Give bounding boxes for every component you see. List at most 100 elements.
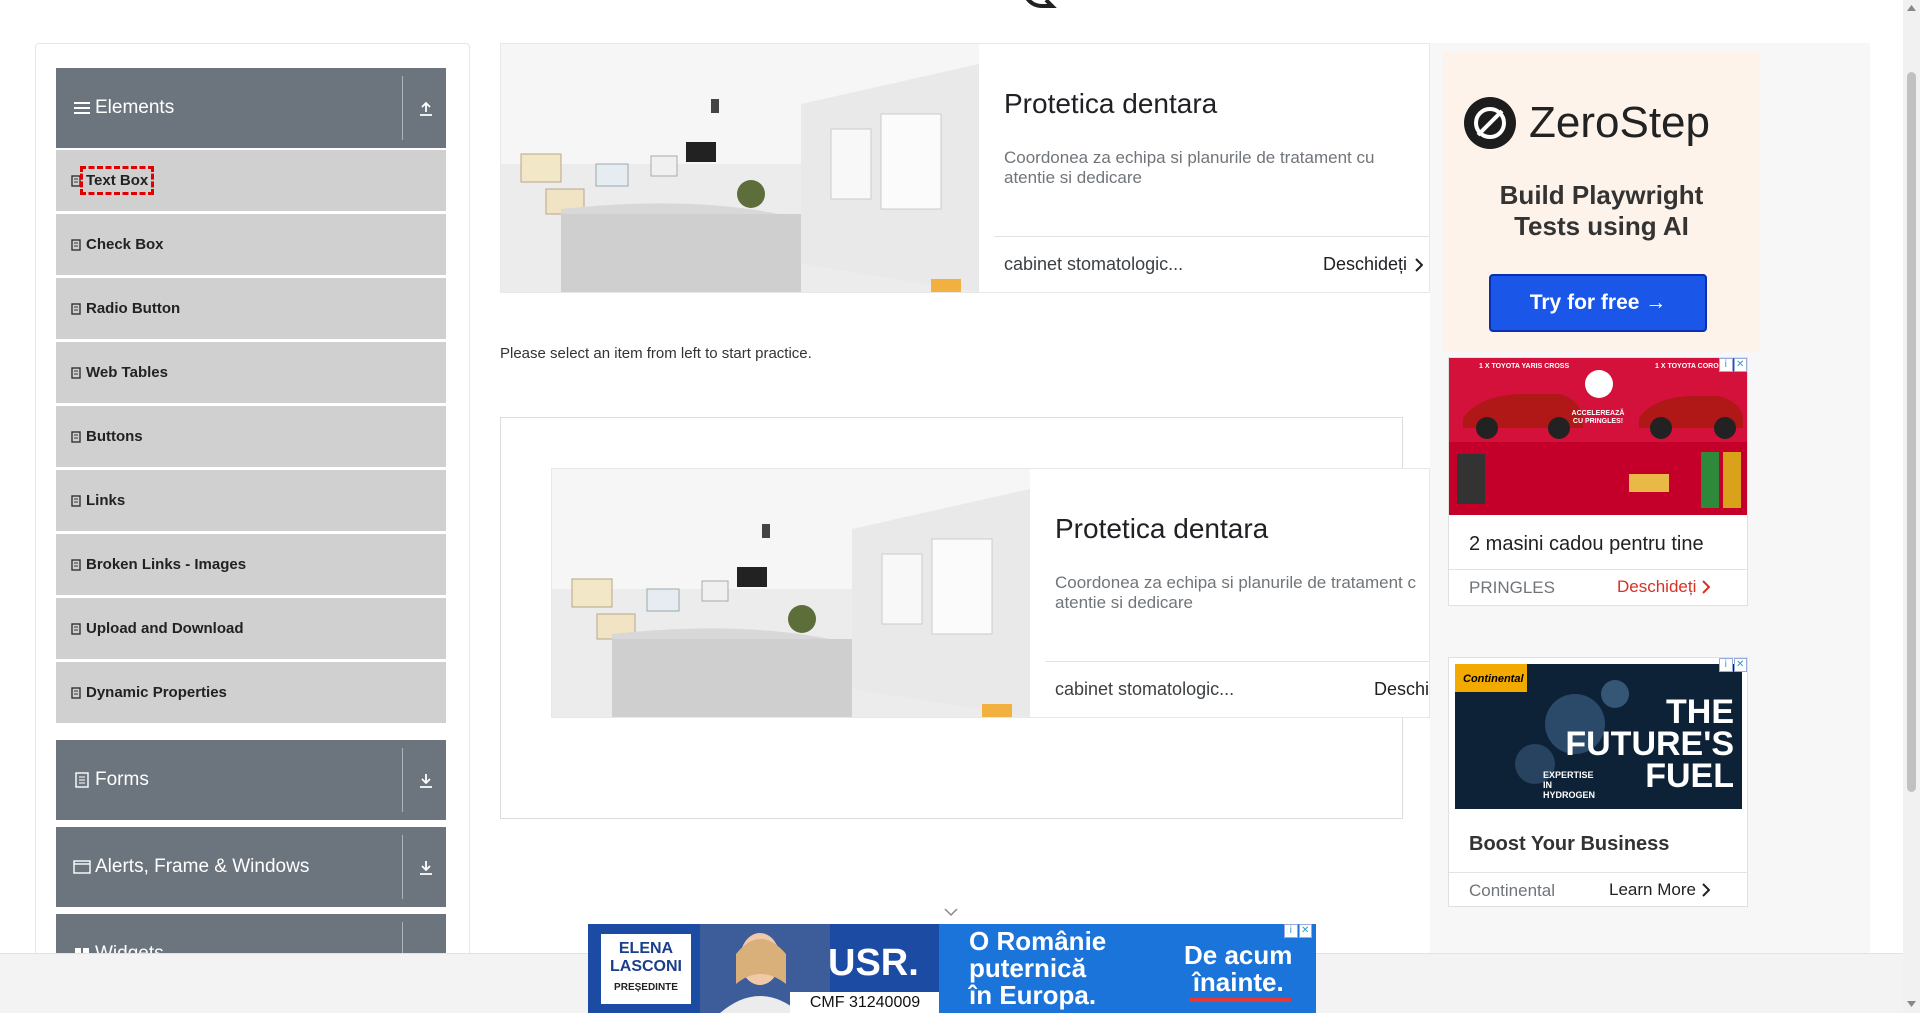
divider <box>994 236 1429 237</box>
expand-down-icon[interactable] <box>416 770 436 790</box>
menu-item-text-box[interactable]: Text Box <box>56 150 446 211</box>
ad-open-button[interactable]: Deschi <box>1374 679 1429 700</box>
expand-down-icon[interactable] <box>416 857 436 877</box>
adchoices-icon[interactable]: i ✕ <box>1719 358 1747 372</box>
menu-item-label: Upload and Download <box>86 620 244 637</box>
clinic-photo <box>501 44 979 292</box>
group-header-forms[interactable]: Forms <box>56 740 446 820</box>
menu-item-buttons[interactable]: Buttons <box>56 406 446 467</box>
left-navigation-panel: Elements Text Box Check Box Radio Button… <box>35 43 470 1013</box>
menu-item-radio-button[interactable]: Radio Button <box>56 278 446 339</box>
menu-item-web-tables[interactable]: Web Tables <box>56 342 446 403</box>
menu-item-dynamic-properties[interactable]: Dynamic Properties <box>56 662 446 723</box>
group-header-alerts[interactable]: Alerts, Frame & Windows <box>56 827 446 907</box>
hamburger-icon <box>73 99 91 117</box>
headline-line: THE <box>1666 693 1734 731</box>
banner-cta: De acum înainte. <box>1184 942 1292 996</box>
banner-slogan: O Românie puternică în Europa. <box>969 928 1106 1009</box>
scroll-up-arrow-icon[interactable] <box>1907 4 1916 12</box>
chevron-down-icon[interactable] <box>943 907 959 917</box>
cmf-code: CMF 31240009 <box>790 992 940 1013</box>
ad-open-button[interactable]: Deschideți <box>1323 254 1424 275</box>
page: Elements Text Box Check Box Radio Button… <box>0 0 1920 1013</box>
cta-underline <box>1189 998 1291 1002</box>
pringles-ad[interactable]: 1 X TOYOTA YARIS CROSS 1 X TOYOTA COROLL… <box>1448 357 1748 606</box>
slogan-line: O Românie <box>969 926 1107 956</box>
clinic-photo <box>552 469 1030 717</box>
candidate-name: LASCONI <box>610 958 682 975</box>
banner-brand: Continental <box>1463 673 1524 685</box>
banner-text: ACCELEREAZĂ CU PRINGLES! <box>1571 410 1625 425</box>
menu-item-icon <box>71 558 81 571</box>
ad-title: Protetica dentara <box>1004 88 1218 119</box>
collapse-up-icon[interactable] <box>416 98 436 118</box>
menu-item-icon <box>71 622 81 635</box>
ad-advertiser: PRINGLES <box>1469 578 1555 597</box>
group-title: Forms <box>95 769 149 790</box>
menu-item-check-box[interactable]: Check Box <box>56 214 446 275</box>
divider <box>402 76 403 140</box>
candidate-role: PREȘEDINTE <box>614 982 678 993</box>
ad-domain: cabinet stomatologic... <box>1004 254 1184 274</box>
menu-item-icon <box>71 494 81 507</box>
divider <box>402 835 403 899</box>
zerostep-logo-icon <box>1464 97 1516 149</box>
slogan-line: puternică <box>969 953 1087 983</box>
group-title: Elements <box>95 97 175 118</box>
ad-description: Coordonea za echipa si planurile de trat… <box>1055 573 1416 612</box>
chevron-right-icon <box>1702 580 1711 594</box>
scroll-down-arrow-icon[interactable] <box>1907 1000 1916 1008</box>
ad-title: 2 masini cadou pentru tine <box>1469 533 1704 555</box>
menu-item-label: Buttons <box>86 428 143 445</box>
candidate-name-box: ELENA LASCONI PREȘEDINTE <box>601 934 691 1004</box>
adchoices-info: i <box>1719 658 1733 672</box>
menu-item-icon <box>71 238 81 251</box>
document-icon <box>73 771 91 789</box>
practice-instruction: Please select an item from left to start… <box>500 345 812 362</box>
dental-ad-middle[interactable]: Protetica dentara Coordonea za echipa si… <box>551 468 1430 718</box>
cta-line: De acum <box>1184 940 1293 970</box>
close-icon[interactable]: ✕ <box>1733 358 1747 372</box>
ad-open-button[interactable]: Deschideți <box>1617 577 1711 597</box>
adchoices-icon[interactable]: i ✕ <box>1284 924 1312 938</box>
zerostep-brand: ZeroStep <box>1529 98 1710 147</box>
menu-item-label: Radio Button <box>86 300 181 317</box>
close-icon[interactable]: ✕ <box>1733 658 1747 672</box>
menu-item-icon <box>71 430 81 443</box>
menu-item-label: Dynamic Properties <box>86 684 227 701</box>
adchoices-info: i <box>1719 358 1733 372</box>
divider <box>1045 661 1429 662</box>
ad-domain: cabinet stomatologic... <box>1055 679 1235 699</box>
group-title: Alerts, Frame & Windows <box>95 856 310 877</box>
ad-advertiser: Continental <box>1469 881 1556 900</box>
divider <box>402 748 403 812</box>
ad-title: Boost Your Business <box>1469 833 1670 855</box>
ad-learn-more-button[interactable]: Learn More <box>1609 880 1710 900</box>
menu-item-icon <box>71 366 81 379</box>
adchoices-info: i <box>1284 924 1298 938</box>
page-scrollbar[interactable] <box>1903 0 1920 1013</box>
chevron-right-icon <box>1415 257 1424 272</box>
menu-item-links[interactable]: Links <box>56 470 446 531</box>
zerostep-logo: ZeroStep <box>1463 96 1710 150</box>
group-header-elements[interactable]: Elements <box>56 68 446 148</box>
menu-item-broken-links[interactable]: Broken Links - Images <box>56 534 446 595</box>
menu-item-label: Links <box>86 492 126 509</box>
banner-subtext: EXPERTISE IN HYDROGEN <box>1543 770 1596 800</box>
banner-text: 1 X TOYOTA YARIS CROSS <box>1479 363 1570 370</box>
continental-ad[interactable]: Continental THE FUTURE'S FUEL EXPERTISE … <box>1448 657 1748 907</box>
cta-line: înainte. <box>1192 967 1284 997</box>
candidate-name: ELENA <box>618 940 674 957</box>
dental-ad-top[interactable]: Protetica dentara Coordonea za echipa si… <box>500 43 1430 293</box>
menu-item-upload-download[interactable]: Upload and Download <box>56 598 446 659</box>
menu-item-label: Text Box <box>79 166 155 195</box>
ad-title: Protetica dentara <box>1055 513 1269 544</box>
adchoices-icon[interactable]: i ✕ <box>1719 658 1747 672</box>
zerostep-ad[interactable]: ZeroStep Build Playwright Tests using AI… <box>1443 52 1760 352</box>
try-for-free-button[interactable]: Try for free → <box>1489 274 1707 332</box>
site-logo-fragment[interactable] <box>1018 0 1058 8</box>
ad-cta-label: Deschi <box>1374 679 1430 699</box>
close-icon[interactable]: ✕ <box>1298 924 1312 938</box>
usr-banner-ad[interactable]: ELENA LASCONI PREȘEDINTE USR. CMF 312400… <box>588 924 1316 1013</box>
scrollbar-thumb[interactable] <box>1907 72 1916 792</box>
